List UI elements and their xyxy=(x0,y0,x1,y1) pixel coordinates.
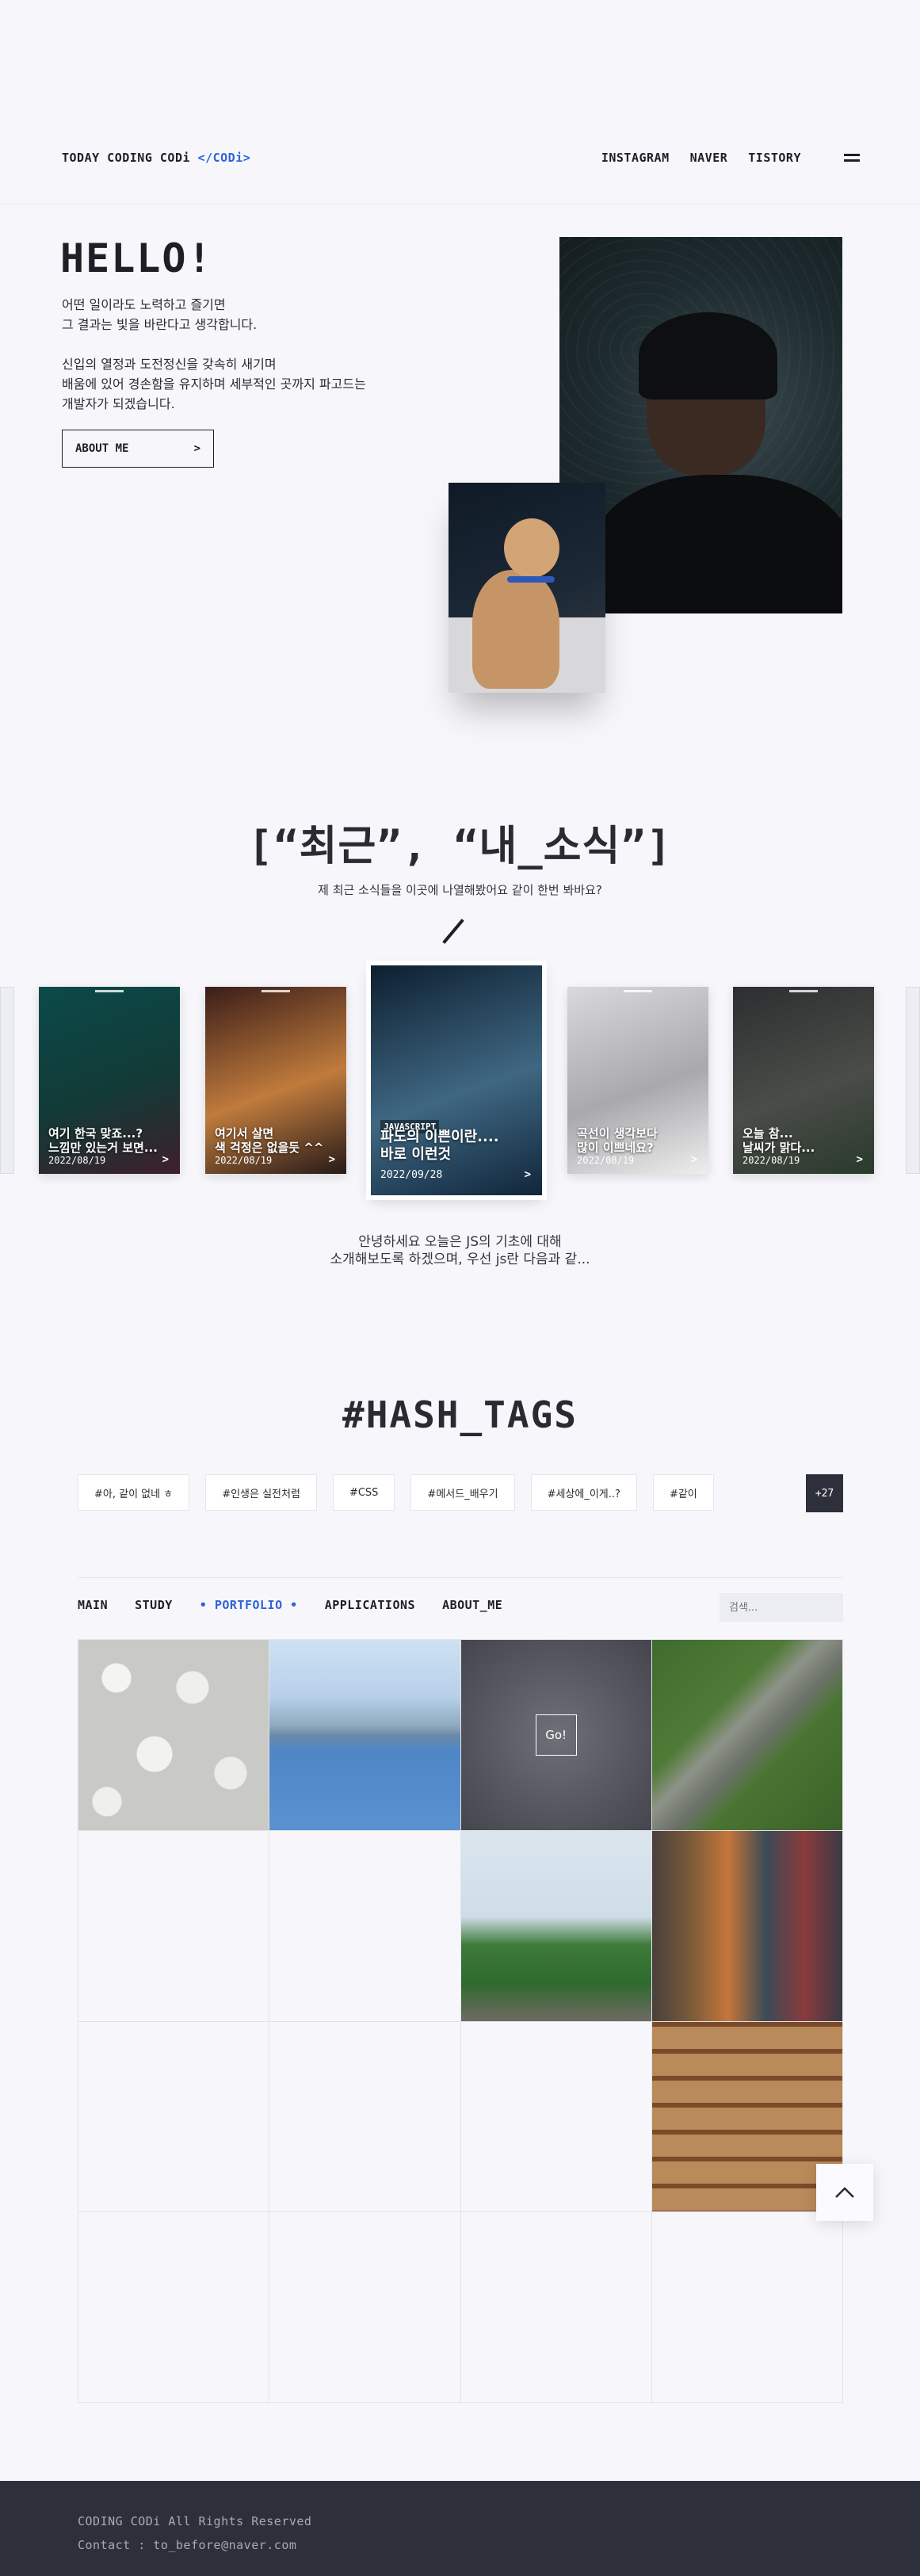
portfolio-tabs: MAIN STUDY • PORTFOLIO • APPLICATIONS AB… xyxy=(78,1598,502,1612)
nav-instagram[interactable]: INSTAGRAM xyxy=(601,151,670,165)
chevron-right-icon: > xyxy=(162,1153,169,1166)
grid-image-library[interactable] xyxy=(651,2021,843,2213)
grid-cell-empty xyxy=(460,2212,652,2403)
grid-cell-empty xyxy=(78,2212,270,2403)
site-header: TODAY CODING CODi </CODi> INSTAGRAM NAVE… xyxy=(0,0,920,204)
chevron-up-icon xyxy=(835,2187,854,2198)
hero-intro: 어떤 일이라도 노력하고 즐기면 그 결과는 빛을 바란다고 생각합니다. 신입… xyxy=(62,295,474,434)
grid-image-river-city[interactable] xyxy=(269,1640,461,1831)
grid-image-highway[interactable] xyxy=(651,1640,843,1831)
tab-about-me[interactable]: ABOUT_ME xyxy=(442,1598,502,1612)
carousel-edge-right[interactable] xyxy=(906,987,920,1174)
tab-study[interactable]: STUDY xyxy=(135,1598,173,1612)
about-me-label: ABOUT ME xyxy=(75,442,129,455)
hero-paragraph-2: 신입의 열정과 도전정신을 갖속히 새기며 배움에 있어 경손함을 유지하며 세… xyxy=(62,357,366,411)
tab-portfolio[interactable]: • PORTFOLIO • xyxy=(200,1598,298,1612)
grid-cell-empty xyxy=(269,2021,461,2213)
hashtag-list: #아, 같이 없네 ㅎ #인생은 실전처럼 #CSS #메서드_배우기 #세상에… xyxy=(78,1474,843,1512)
chevron-right-icon: > xyxy=(328,1153,335,1166)
news-card-title: 파도의 이쁜이란.... 바로 이런것 xyxy=(380,1129,499,1163)
tab-applications[interactable]: APPLICATIONS xyxy=(325,1598,415,1612)
top-nav: INSTAGRAM NAVER TISTORY xyxy=(601,151,801,165)
news-card-date: 2022/08/19 xyxy=(577,1155,635,1166)
news-card[interactable]: 오늘 참... 날씨가 맑다... 2022/08/19 > xyxy=(733,987,874,1174)
hashtag-chip[interactable]: #세상에_이게..? xyxy=(530,1474,637,1511)
footer-copyright: CODING CODi All Rights Reserved xyxy=(78,2514,312,2528)
hero-photo-dog xyxy=(449,483,605,693)
news-card-date: 2022/09/28 xyxy=(380,1169,443,1181)
grid-cell-empty xyxy=(78,2021,270,2213)
more-tags-button[interactable]: +27 xyxy=(806,1474,843,1512)
news-card-title: 여기 한국 맞죠...? 느낌만 있는거 보면... xyxy=(48,1126,158,1155)
logo-code: </CODi> xyxy=(197,151,251,165)
news-card-date: 2022/08/19 xyxy=(742,1155,800,1166)
site-logo[interactable]: TODAY CODING CODi </CODi> xyxy=(62,151,250,165)
grid-cell-empty xyxy=(269,2212,461,2403)
grid-cell-empty xyxy=(78,1830,270,2022)
hero-title: HELLO! xyxy=(60,235,213,281)
chevron-right-icon: > xyxy=(690,1153,697,1166)
slash-divider xyxy=(442,919,464,944)
nav-tistory[interactable]: TISTORY xyxy=(748,151,801,165)
hashtag-chip[interactable]: #인생은 실전처럼 xyxy=(205,1474,317,1511)
menu-icon[interactable] xyxy=(844,154,860,165)
grid-image-go[interactable]: Go! xyxy=(460,1640,652,1831)
grid-cell-empty xyxy=(651,2212,843,2403)
news-subtitle: 제 최근 소식들을 이곳에 나열해봤어요 같이 한번 봐바요? xyxy=(318,883,602,897)
hashtag-chip[interactable]: #아, 같이 없네 ㅎ xyxy=(78,1474,190,1511)
news-card-featured[interactable]: JAVASCRIPT 파도의 이쁜이란.... 바로 이런것 2022/09/2… xyxy=(371,965,542,1195)
search-input[interactable] xyxy=(720,1593,843,1622)
chevron-right-icon: > xyxy=(524,1168,531,1181)
tab-main[interactable]: MAIN xyxy=(78,1598,108,1612)
hashtag-chip[interactable]: #CSS xyxy=(332,1474,395,1511)
hero-paragraph-1: 어떤 일이라도 노력하고 즐기면 그 결과는 빛을 바란다고 생각합니다. xyxy=(62,297,258,332)
grid-image-lanterns[interactable] xyxy=(78,1640,270,1831)
hashtags-title: #HASH_TAGS xyxy=(342,1393,578,1436)
hashtag-chip[interactable]: #같이 xyxy=(652,1474,714,1511)
portfolio-grid: Go! xyxy=(78,1639,843,2403)
carousel-edge-left[interactable] xyxy=(0,987,14,1174)
site-footer: CODING CODi All Rights Reserved Contact … xyxy=(0,2481,920,2576)
news-card[interactable]: 여기서 살면 색 걱정은 없을듯 ^^ 2022/08/19 > xyxy=(205,987,346,1174)
scroll-top-button[interactable] xyxy=(816,2164,873,2221)
news-card-title: 여기서 살면 색 걱정은 없을듯 ^^ xyxy=(215,1126,324,1155)
chevron-right-icon: > xyxy=(856,1153,863,1166)
logo-text: TODAY CODING CODi xyxy=(62,151,191,165)
about-me-button[interactable]: ABOUT ME > xyxy=(62,430,214,468)
grid-cell-empty xyxy=(460,2021,652,2213)
grid-cell-empty xyxy=(269,1830,461,2022)
news-card-title: 곡선이 생각보다 많이 이쁘네요? xyxy=(577,1126,658,1155)
news-description: 안녕하세요 오늘은 JS의 기초에 대해 소개해보도록 하겠으며, 우선 js란… xyxy=(330,1234,590,1267)
chevron-right-icon: > xyxy=(193,442,200,455)
go-button[interactable]: Go! xyxy=(535,1714,577,1756)
hashtag-chip[interactable]: #메서드_배우기 xyxy=(410,1474,515,1511)
news-title: [“최근”, “내_소식”] xyxy=(248,823,672,870)
grid-image-street[interactable] xyxy=(651,1830,843,2022)
news-card[interactable]: 여기 한국 맞죠...? 느낌만 있는거 보면... 2022/08/19 > xyxy=(39,987,180,1174)
news-card[interactable]: 곡선이 생각보다 많이 이쁘네요? 2022/08/19 > xyxy=(567,987,708,1174)
news-card-date: 2022/08/19 xyxy=(48,1155,106,1166)
news-card-title: 오늘 참... 날씨가 맑다... xyxy=(742,1126,815,1155)
footer-contact: Contact : to_before@naver.com xyxy=(78,2538,297,2552)
tabs-divider xyxy=(78,1577,843,1578)
grid-image-seoul-tower[interactable] xyxy=(460,1830,652,2022)
nav-naver[interactable]: NAVER xyxy=(690,151,728,165)
news-card-date: 2022/08/19 xyxy=(215,1155,273,1166)
